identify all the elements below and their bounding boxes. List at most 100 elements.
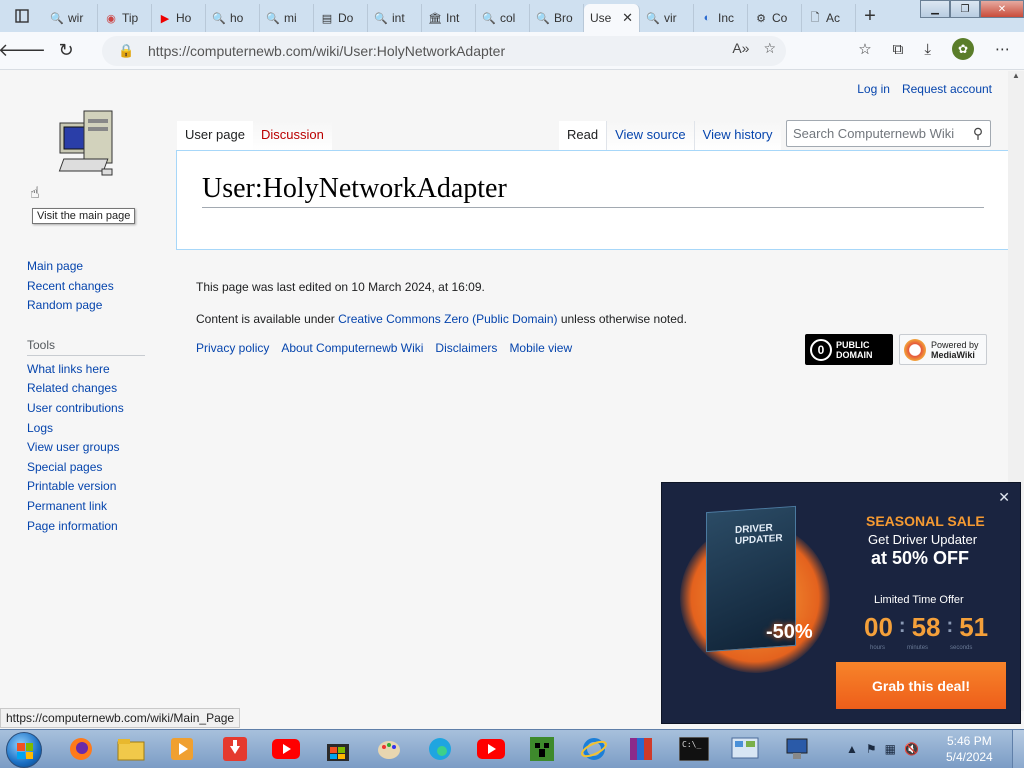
show-desktop-button[interactable]: [1012, 730, 1024, 768]
tab-label: Co: [772, 11, 788, 25]
grab-deal-button[interactable]: Grab this deal!: [836, 662, 1006, 709]
close-window-button[interactable]: ✕: [980, 0, 1024, 18]
browser-tab[interactable]: 🏛 Int: [422, 4, 476, 32]
edge-icon[interactable]: [423, 733, 457, 765]
favorites-icon[interactable]: ☆: [858, 40, 871, 58]
browser-tab[interactable]: 🔍 mi: [260, 4, 314, 32]
sidebar-item-recent-changes[interactable]: Recent changes: [27, 279, 114, 293]
browser-tab[interactable]: ▶ Ho: [152, 4, 206, 32]
refresh-button[interactable]: ↻: [44, 32, 88, 70]
new-tab-button[interactable]: +: [856, 5, 884, 28]
license-link[interactable]: Creative Commons Zero (Public Domain): [338, 312, 557, 326]
browser-tab[interactable]: 🔍 ho: [206, 4, 260, 32]
downloads-icon[interactable]: ⤓: [924, 41, 931, 58]
tip-icon: ◉: [106, 12, 116, 25]
volume-muted-icon[interactable]: 🔇: [904, 742, 919, 756]
extension-icon[interactable]: ✿: [952, 38, 974, 60]
site-logo[interactable]: [50, 109, 120, 191]
browser-tab[interactable]: ▤ Do: [314, 4, 368, 32]
ad-close-button[interactable]: ✕: [998, 489, 1010, 506]
browser-tab[interactable]: ⚙ Co: [748, 4, 802, 32]
browser-tab[interactable]: 🗋 Ac: [802, 4, 856, 32]
public-domain-badge[interactable]: 0 PUBLIC DOMAIN: [805, 334, 893, 365]
browser-tab[interactable]: 🔍 vir: [640, 4, 694, 32]
tab-read[interactable]: Read: [559, 121, 607, 151]
flag-icon[interactable]: ⚑: [866, 742, 877, 756]
browser-tab[interactable]: 🔍 Bro: [530, 4, 584, 32]
tools-heading: Tools: [27, 334, 145, 356]
tab-label: Bro: [554, 11, 573, 25]
collections-icon[interactable]: ⧉: [893, 41, 904, 58]
doc-icon: ▤: [321, 12, 333, 25]
search-input[interactable]: Search Computernewb Wiki ⚲: [786, 120, 991, 147]
browser-tab[interactable]: 🔍 wir: [44, 4, 98, 32]
sidebar-item-logs[interactable]: Logs: [27, 421, 53, 435]
privacy-policy-link[interactable]: Privacy policy: [196, 341, 269, 355]
network-icon[interactable]: [780, 733, 814, 765]
tab-actions-icon[interactable]: [0, 0, 44, 32]
search-icon[interactable]: ⚲: [966, 125, 990, 142]
browser-tab[interactable]: ◉ Tip: [98, 4, 152, 32]
clock[interactable]: 5:46 PM 5/4/2024: [946, 733, 993, 765]
download-manager-icon[interactable]: [218, 733, 252, 765]
mediawiki-icon: [904, 338, 926, 361]
request-account-link[interactable]: Request account: [902, 82, 992, 96]
mobile-view-link[interactable]: Mobile view: [509, 341, 572, 355]
close-tab-icon[interactable]: ✕: [622, 10, 633, 26]
login-link[interactable]: Log in: [857, 82, 890, 96]
tab-discussion[interactable]: Discussion: [252, 121, 332, 151]
youtube-icon[interactable]: [269, 733, 303, 765]
winrar-icon[interactable]: [624, 733, 658, 765]
about-link[interactable]: About Computernewb Wiki: [281, 341, 423, 355]
powered-by-mediawiki-badge[interactable]: Powered by MediaWiki: [899, 334, 987, 365]
control-panel-icon[interactable]: [728, 733, 762, 765]
sidebar-item-page-information[interactable]: Page information: [27, 519, 118, 533]
footer-badges: 0 PUBLIC DOMAIN Powered by MediaWiki: [805, 334, 987, 365]
sidebar-item-view-user-groups[interactable]: View user groups: [27, 440, 120, 454]
badge-mw-line1: Powered by: [931, 339, 979, 350]
file-explorer-icon[interactable]: [114, 733, 148, 765]
minimize-button[interactable]: ▁: [920, 0, 950, 18]
firefox-icon[interactable]: [64, 733, 98, 765]
lock-icon[interactable]: 🔒: [118, 43, 142, 59]
browser-tab[interactable]: 🔍 int: [368, 4, 422, 32]
sidebar-item-what-links-here[interactable]: What links here: [27, 362, 110, 376]
start-button[interactable]: [6, 732, 42, 768]
url-text[interactable]: https://computernewb.com/wiki/User:HolyN…: [148, 43, 505, 59]
search-icon: 🔍: [482, 12, 496, 25]
scroll-up-icon[interactable]: ▲: [1008, 71, 1024, 80]
disclaimers-link[interactable]: Disclaimers: [435, 341, 497, 355]
minecraft-icon[interactable]: [525, 733, 559, 765]
sidebar-item-user-contributions[interactable]: User contributions: [27, 401, 124, 415]
tray-network-icon[interactable]: ▦: [885, 742, 896, 756]
browser-tab[interactable]: ◐ Inc: [694, 4, 748, 32]
browser-tab[interactable]: 🔍 col: [476, 4, 530, 32]
tab-user-page[interactable]: User page: [177, 121, 253, 151]
address-bar[interactable]: 🔒 https://computernewb.com/wiki/User:Hol…: [102, 36, 786, 66]
read-aloud-icon[interactable]: A»: [732, 40, 749, 57]
tab-view-source[interactable]: View source: [606, 121, 694, 151]
ad-product-line: Get Driver Updater: [868, 532, 978, 547]
sidebar-item-related-changes[interactable]: Related changes: [27, 381, 117, 395]
sidebar-item-printable-version[interactable]: Printable version: [27, 479, 116, 493]
sidebar-item-random-page[interactable]: Random page: [27, 298, 102, 312]
back-button[interactable]: 🡐: [0, 32, 46, 70]
browser-tab-active[interactable]: Use ✕: [584, 4, 640, 32]
tray-expand-icon[interactable]: ▲: [846, 742, 858, 756]
youtube-icon[interactable]: [474, 733, 508, 765]
maximize-button[interactable]: ❐: [950, 0, 980, 18]
sidebar-item-special-pages[interactable]: Special pages: [27, 460, 102, 474]
command-prompt-icon[interactable]: C:\_: [677, 733, 711, 765]
sidebar-item-main-page[interactable]: Main page: [27, 259, 83, 273]
sidebar-item-permanent-link[interactable]: Permanent link: [27, 499, 107, 513]
license-text: Content is available under Creative Comm…: [196, 309, 687, 341]
media-player-icon[interactable]: [165, 733, 199, 765]
tab-view-history[interactable]: View history: [693, 121, 781, 151]
internet-explorer-icon[interactable]: [577, 733, 611, 765]
ad-sale-title: SEASONAL SALE: [866, 513, 985, 529]
store-icon[interactable]: [321, 733, 355, 765]
paint-icon[interactable]: [372, 733, 406, 765]
more-menu-icon[interactable]: ⋯: [995, 40, 1010, 58]
ad-popup: ✕ DRIVER UPDATER -50% SEASONAL SALE Get D…: [661, 482, 1021, 724]
add-favorite-icon[interactable]: ☆: [763, 40, 776, 57]
